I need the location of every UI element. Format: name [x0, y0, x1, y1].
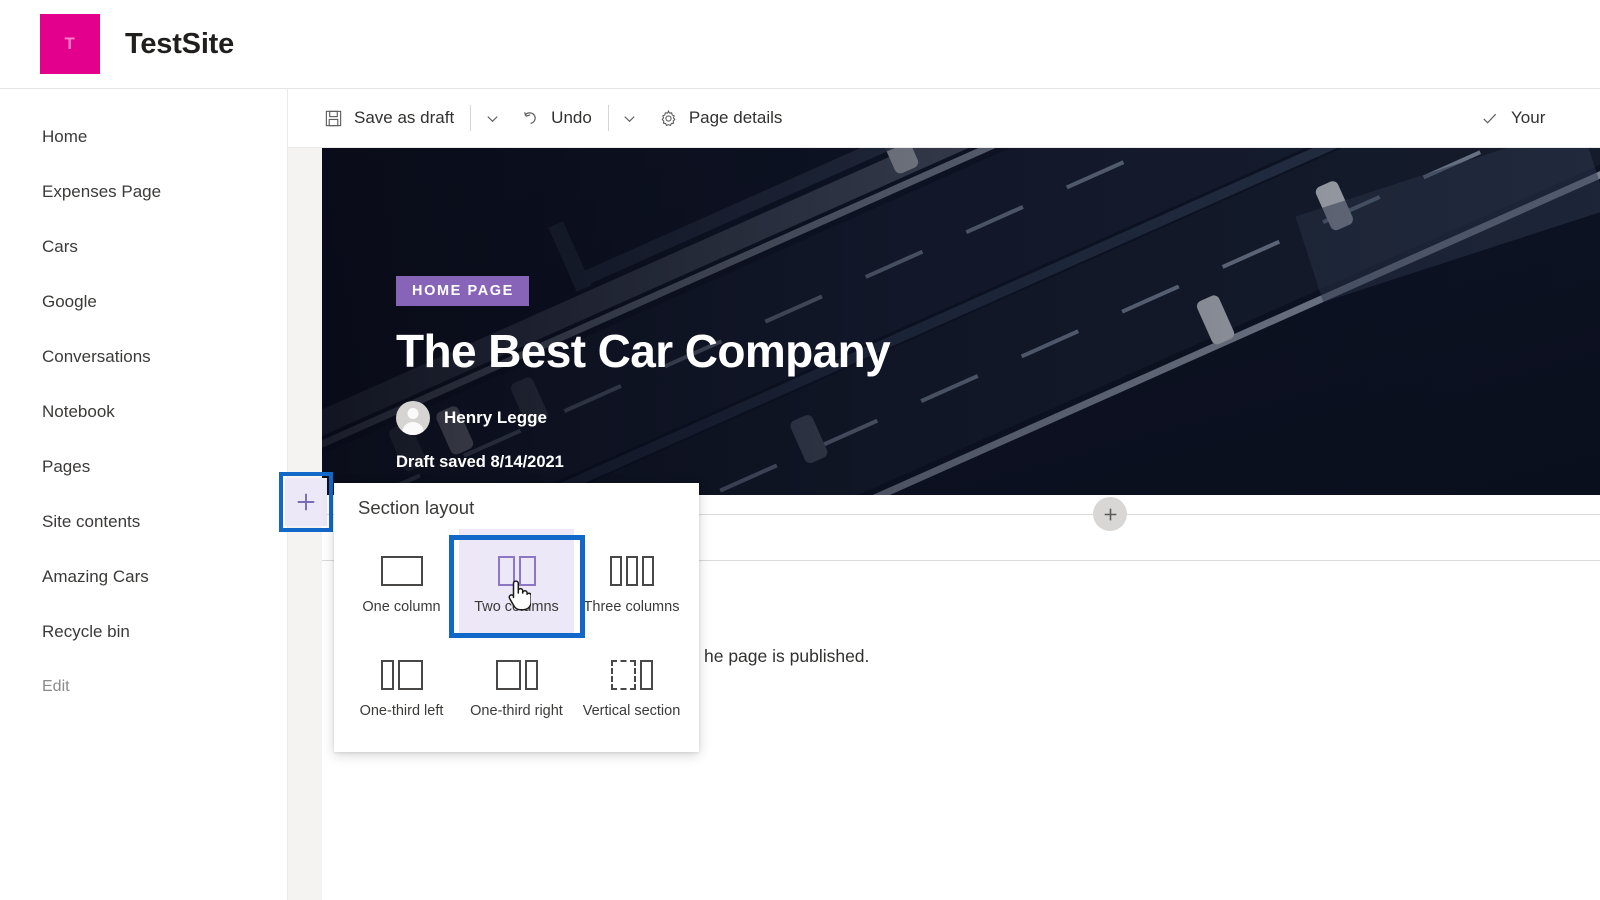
- layout-option-one-column[interactable]: One column: [344, 529, 459, 633]
- sidebar-item-label: Amazing Cars: [42, 566, 149, 586]
- sidebar-item-expenses-page[interactable]: Expenses Page: [0, 164, 287, 219]
- sidebar-item-label: Conversations: [42, 346, 151, 366]
- one-column-icon: [380, 548, 423, 586]
- layout-option-label: Three columns: [583, 598, 680, 615]
- save-options-chevron-down-icon[interactable]: [475, 96, 509, 140]
- hero-title[interactable]: The Best Car Company: [396, 327, 891, 376]
- plus-icon: [1104, 508, 1116, 520]
- flyout-title: Section layout: [358, 497, 475, 518]
- page-details-button[interactable]: Page details: [647, 96, 795, 140]
- layout-option-one-third-right[interactable]: One-third right: [459, 633, 574, 737]
- plus-icon: [297, 493, 315, 511]
- sidebar-item-label: Notebook: [42, 401, 115, 421]
- sidebar-item-amazing-cars[interactable]: Amazing Cars: [0, 549, 287, 604]
- sidebar-item-label: Pages: [42, 456, 91, 476]
- layout-option-label: One column: [362, 598, 441, 615]
- sidebar-item-label: Site contents: [42, 511, 141, 531]
- add-section-button[interactable]: [285, 478, 327, 526]
- command-bar: Save as draft Undo Page details Your: [288, 88, 1600, 148]
- save-as-draft-button[interactable]: Save as draft: [312, 96, 466, 140]
- sidebar-item-recycle-bin[interactable]: Recycle bin: [0, 604, 287, 659]
- hero-badge: HOME PAGE: [396, 276, 529, 306]
- draft-saved-status: Draft saved 8/14/2021: [396, 453, 564, 472]
- sidebar-item-label: Google: [42, 291, 97, 311]
- sidebar-item-label: Home: [42, 126, 88, 146]
- layout-option-label: Vertical section: [582, 702, 681, 719]
- hero-content: HOME PAGE The Best Car Company Henry Leg…: [396, 276, 891, 472]
- page-details-label: Page details: [688, 108, 783, 127]
- layout-option-label: Two columns: [474, 598, 559, 615]
- sidebar-item-label: Cars: [42, 236, 78, 256]
- two-columns-icon: [497, 548, 536, 586]
- undo-options-chevron-down-icon[interactable]: [613, 96, 647, 140]
- sidebar-item-label: Expenses Page: [42, 181, 162, 201]
- add-section-circle-button[interactable]: [1093, 497, 1127, 531]
- vertical-section-icon: [610, 652, 653, 690]
- save-as-draft-label: Save as draft: [354, 108, 455, 127]
- sidebar-edit-label: Edit: [42, 677, 70, 695]
- page-body-paragraph-tail: he page is published.: [704, 646, 870, 666]
- three-columns-icon: [609, 548, 654, 586]
- layout-option-label: One-third right: [470, 702, 563, 719]
- layout-option-label: One-third left: [359, 702, 444, 719]
- sidebar-item-conversations[interactable]: Conversations: [0, 329, 287, 384]
- sidebar-edit-link[interactable]: Edit: [0, 659, 287, 714]
- page-status-label: Your: [1511, 108, 1546, 127]
- site-logo-letter: T: [64, 34, 76, 53]
- toolbar-separator-2: [607, 105, 609, 131]
- sidebar-item-pages[interactable]: Pages: [0, 439, 287, 494]
- hero-author: Henry Legge: [396, 401, 890, 436]
- sidebar-item-site-contents[interactable]: Site contents: [0, 494, 287, 549]
- section-layout-flyout: Section layout One column Two columns Th…: [334, 483, 699, 752]
- section-layout-grid: One column Two columns Three columns One…: [344, 529, 689, 737]
- sidebar-item-cars[interactable]: Cars: [0, 219, 287, 274]
- avatar: [396, 401, 430, 436]
- gear-icon: [659, 109, 678, 128]
- sharepoint-page-editor: T TestSite Home Expenses Page Cars Googl…: [0, 0, 1600, 900]
- site-header: T TestSite: [0, 0, 1600, 88]
- layout-option-two-columns[interactable]: Two columns: [459, 529, 574, 633]
- one-third-right-icon: [495, 652, 538, 690]
- checkmark-icon: [1480, 109, 1499, 128]
- layout-option-vertical-section[interactable]: Vertical section: [574, 633, 689, 737]
- layout-option-three-columns[interactable]: Three columns: [574, 529, 689, 633]
- sidebar-item-label: Recycle bin: [42, 621, 130, 641]
- undo-icon: [521, 109, 540, 128]
- page-status-indicator: Your: [1480, 108, 1600, 128]
- one-third-left-icon: [380, 652, 423, 690]
- sidebar-item-notebook[interactable]: Notebook: [0, 384, 287, 439]
- sidebar-item-google[interactable]: Google: [0, 274, 287, 329]
- site-title: TestSite: [125, 27, 235, 60]
- layout-option-one-third-left[interactable]: One-third left: [344, 633, 459, 737]
- undo-button[interactable]: Undo: [509, 96, 604, 140]
- undo-label: Undo: [551, 108, 592, 127]
- site-logo[interactable]: T: [40, 14, 100, 74]
- hero-banner[interactable]: HOME PAGE The Best Car Company Henry Leg…: [322, 148, 1600, 495]
- sidebar-navigation: Home Expenses Page Cars Google Conversat…: [0, 88, 288, 900]
- sidebar-item-home[interactable]: Home: [0, 109, 287, 164]
- toolbar-separator-1: [470, 105, 472, 131]
- author-name: Henry Legge: [444, 408, 547, 428]
- save-icon: [324, 109, 343, 128]
